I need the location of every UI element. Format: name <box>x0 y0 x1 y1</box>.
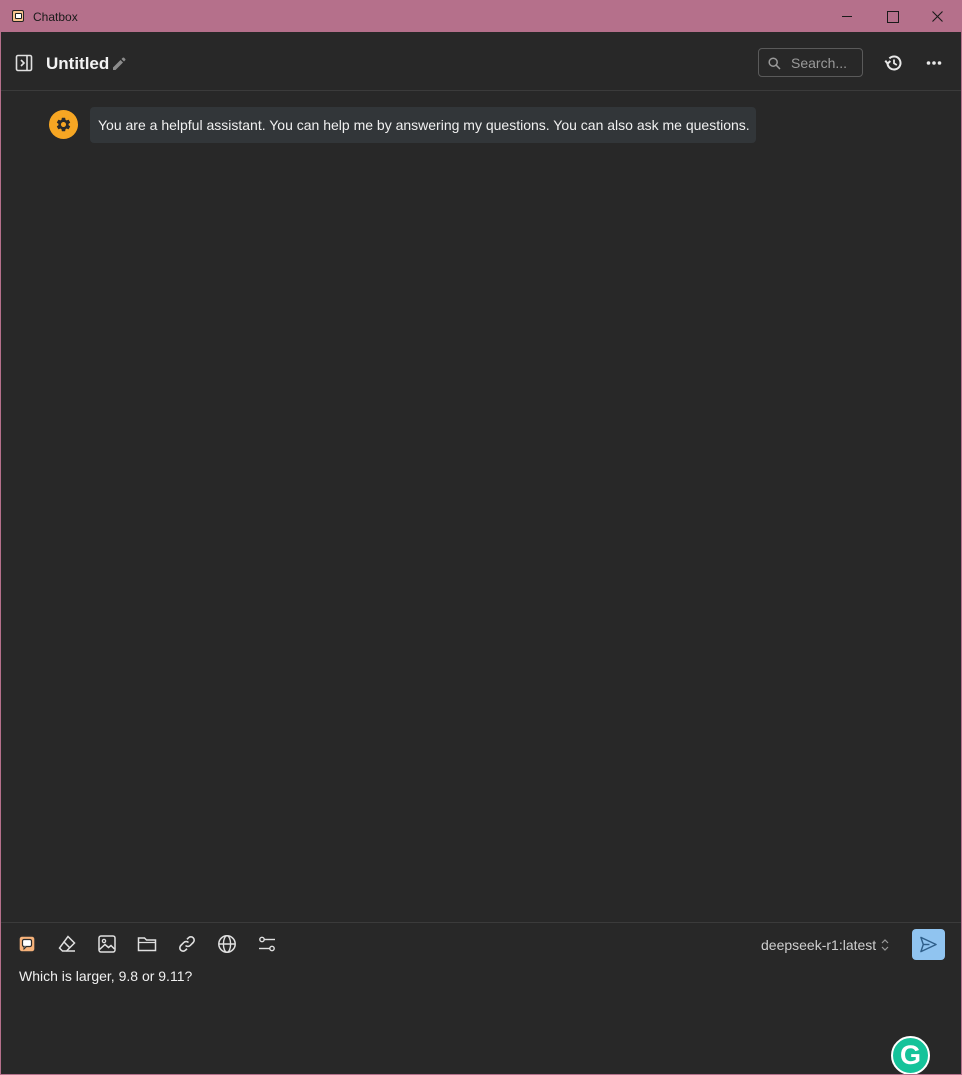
sidebar-toggle-button[interactable] <box>15 54 33 72</box>
toolbar-settings-button[interactable] <box>256 933 278 955</box>
close-button[interactable] <box>915 1 961 32</box>
model-selector[interactable]: deepseek-r1:latest <box>761 937 876 953</box>
send-icon <box>920 936 937 953</box>
edit-title-button[interactable] <box>111 56 127 72</box>
title-bar[interactable]: Chatbox <box>1 1 961 32</box>
toolbar-clear-button[interactable] <box>56 933 78 955</box>
send-button[interactable] <box>912 929 945 960</box>
toolbar-link-button[interactable] <box>176 933 198 955</box>
composer: deepseek-r1:latest Which is larger, 9.8 … <box>1 922 961 1074</box>
chatbox-icon <box>18 935 36 953</box>
system-message[interactable]: You are a helpful assistant. You can hel… <box>90 107 756 143</box>
eraser-icon <box>58 935 76 952</box>
more-icon <box>926 61 942 65</box>
search-icon <box>768 57 781 70</box>
more-options-button[interactable] <box>923 52 945 74</box>
chat-header: Untitled <box>1 32 961 91</box>
globe-icon <box>218 935 236 953</box>
toolbar-file-button[interactable] <box>136 933 158 955</box>
settings-sliders-icon <box>259 936 275 952</box>
system-avatar <box>49 110 78 139</box>
history-button[interactable] <box>883 52 905 74</box>
chatbox-app-icon <box>12 10 24 22</box>
sidebar-toggle-icon <box>15 54 33 72</box>
link-icon <box>179 936 195 952</box>
history-icon <box>884 55 902 71</box>
gear-icon <box>56 117 71 132</box>
search-box[interactable] <box>758 48 863 77</box>
grammarly-logo: G <box>899 1040 921 1070</box>
window-title: Chatbox <box>33 10 78 24</box>
image-icon <box>98 935 116 953</box>
minimize-button[interactable] <box>824 1 870 32</box>
app-window: Chatbox Untitled Search... You are a hel… <box>0 0 962 1075</box>
page-title[interactable]: Untitled <box>46 54 109 74</box>
search-input[interactable] <box>791 54 859 72</box>
close-icon <box>932 11 943 22</box>
toolbar-image-button[interactable] <box>96 933 118 955</box>
message-input[interactable]: Which is larger, 9.8 or 9.11? <box>19 968 899 1028</box>
chevron-up-down-icon[interactable] <box>880 938 890 952</box>
grammarly-button[interactable]: G <box>891 1036 930 1074</box>
message-list[interactable]: You are a helpful assistant. You can hel… <box>1 92 961 922</box>
folder-icon <box>137 937 157 952</box>
toolbar-web-search-button[interactable] <box>216 933 238 955</box>
toolbar-chatbox-button[interactable] <box>16 933 38 955</box>
edit-icon <box>113 57 126 70</box>
maximize-button[interactable] <box>870 1 916 32</box>
